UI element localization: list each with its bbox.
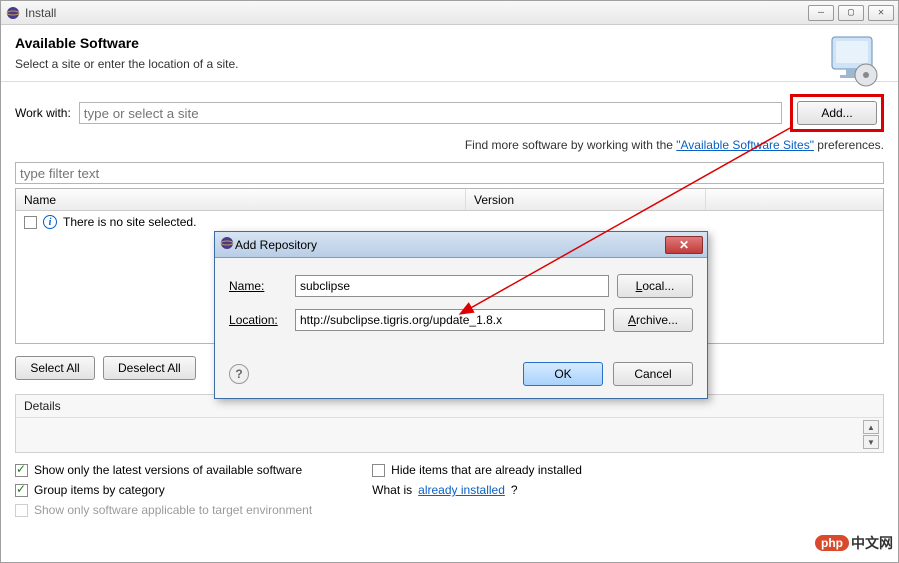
options-left: Show only the latest versions of availab… [15,463,312,517]
checkbox-hide-installed[interactable] [372,464,385,477]
dialog-titlebar: Add Repository ✕ [215,232,707,258]
table-header: Name Version [16,189,883,211]
details-scroll: ▲ ▼ [863,420,879,449]
dialog-title: Add Repository [235,238,317,252]
name-input[interactable] [295,275,609,297]
info-icon: i [43,215,57,229]
deselect-all-button[interactable]: Deselect All [103,356,196,380]
row-checkbox[interactable] [24,216,37,229]
add-button[interactable]: Add... [797,101,877,125]
options-right: Hide items that are already installed Wh… [372,463,582,517]
help-icon[interactable]: ? [229,364,249,384]
details-body: ▲ ▼ [16,418,883,452]
checkbox-show-applicable [15,504,28,517]
find-more-text: Find more software by working with the "… [15,138,884,152]
local-button[interactable]: Local... [617,274,693,298]
scroll-down-icon[interactable]: ▼ [863,435,879,449]
checkbox-show-latest[interactable] [15,464,28,477]
find-more-prefix: Find more software by working with the [465,138,676,152]
window-title: Install [25,6,56,20]
available-sites-link[interactable]: "Available Software Sites" [676,138,814,152]
ok-button[interactable]: OK [523,362,603,386]
add-button-highlight: Add... [790,94,884,132]
close-button[interactable]: ✕ [868,5,894,21]
already-installed-link[interactable]: already installed [418,483,505,497]
scroll-up-icon[interactable]: ▲ [863,420,879,434]
page-subtitle: Select a site or enter the location of a… [15,57,884,71]
work-with-input[interactable] [79,102,782,124]
name-label: Name: [229,279,287,293]
watermark-text: 中文网 [851,533,893,553]
page-heading: Available Software [15,35,884,51]
column-version[interactable]: Version [466,189,706,210]
work-with-row: Work with: Add... [15,94,884,132]
filter-input[interactable] [15,162,884,184]
what-is-prefix: What is [372,483,412,497]
option-show-applicable: Show only software applicable to target … [15,503,312,517]
dialog-body: Name: Local... Location: Archive... [215,258,707,352]
cancel-button[interactable]: Cancel [613,362,693,386]
no-site-message: There is no site selected. [63,215,196,229]
label-show-applicable: Show only software applicable to target … [34,503,312,517]
label-show-latest: Show only the latest versions of availab… [34,463,302,477]
minimize-button[interactable]: — [808,5,834,21]
what-is-installed: What is already installed ? [372,483,582,497]
select-all-button[interactable]: Select All [15,356,95,380]
eclipse-icon [5,5,21,21]
column-name[interactable]: Name [16,189,466,210]
maximize-button[interactable]: ▢ [838,5,864,21]
eclipse-icon [219,235,235,254]
location-label: Location: [229,313,287,327]
titlebar: Install — ▢ ✕ [1,1,898,25]
option-show-latest[interactable]: Show only the latest versions of availab… [15,463,312,477]
work-with-label: Work with: [15,106,71,120]
table-row: i There is no site selected. [16,211,883,233]
dialog-close-button[interactable]: ✕ [665,236,703,254]
label-hide-installed: Hide items that are already installed [391,463,582,477]
options-row: Show only the latest versions of availab… [15,463,884,517]
location-row: Location: Archive... [229,308,693,332]
wizard-header: Available Software Select a site or ente… [1,25,898,82]
watermark-badge: php [815,535,849,551]
window-controls: — ▢ ✕ [808,5,894,21]
location-input[interactable] [295,309,605,331]
option-hide-installed[interactable]: Hide items that are already installed [372,463,582,477]
watermark: php 中文网 [815,533,893,553]
name-row: Name: Local... [229,274,693,298]
what-is-suffix: ? [511,483,518,497]
find-more-suffix: preferences. [817,138,884,152]
dialog-footer: ? OK Cancel [215,352,707,398]
label-group-category: Group items by category [34,483,165,497]
option-group-category[interactable]: Group items by category [15,483,312,497]
details-section: Details ▲ ▼ [15,394,884,453]
archive-button[interactable]: Archive... [613,308,693,332]
add-repository-dialog: Add Repository ✕ Name: Local... Location… [214,231,708,399]
checkbox-group-category[interactable] [15,484,28,497]
